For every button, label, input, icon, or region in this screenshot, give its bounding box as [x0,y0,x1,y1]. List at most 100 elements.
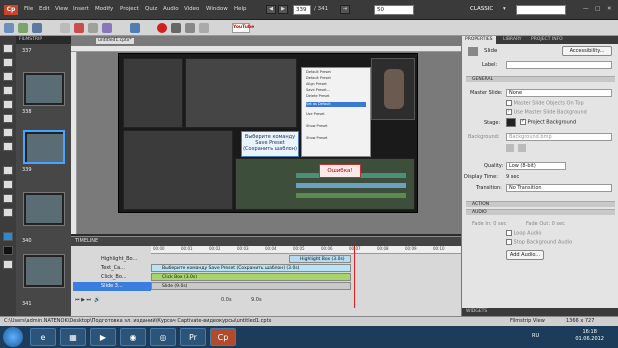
timeline-layer-name[interactable]: Highlight_Bo... [73,255,151,264]
timeline-bar-caption[interactable]: Выберите команду Save Preset (Сохранить … [151,264,351,272]
timeline-layer-name-selected[interactable]: Slide 3... [73,282,151,291]
maximize-icon[interactable]: □ [595,6,600,12]
minimize-icon[interactable]: — [583,6,589,12]
use-master-bg-option[interactable]: Use Master Slide Background [506,109,587,116]
menu-video[interactable]: Video [184,6,199,12]
section-action[interactable]: ACTION [466,201,615,207]
menu-help[interactable]: Help [234,6,247,12]
timeline-layer-name[interactable]: Click_Bo... [73,273,151,282]
tab-library[interactable]: LIBRARY [500,36,525,44]
stroke-color-icon[interactable] [3,246,13,255]
record-icon[interactable] [157,23,167,33]
timeline-controls[interactable]: ⏮ ▶ ⏭ 🔊 [75,295,151,305]
tab-properties[interactable]: PROPERTIES [462,36,496,44]
video-icon[interactable] [171,23,181,33]
menu-modify[interactable]: Modify [95,6,113,12]
section-general[interactable]: GENERAL [466,76,615,82]
select-tool-icon[interactable] [3,44,13,53]
animation-icon[interactable] [102,23,112,33]
stop-bg-audio-option[interactable]: Stop Background Audio [506,239,572,246]
fill-color-icon[interactable] [3,232,13,241]
quality-select[interactable]: Low (8-bit) [506,162,566,170]
timeline-bar-slide[interactable]: Slide (9.0s) [151,282,351,290]
fade-in[interactable]: Fade In: 0 sec [472,221,506,227]
accessibility-button[interactable]: Accessibility... [562,46,612,56]
project-bg-option[interactable]: Project Background [520,119,576,126]
rollover-tool-icon[interactable] [3,142,13,151]
fade-out[interactable]: Fade Out: 0 sec [526,221,565,227]
new-file-icon[interactable] [4,23,14,33]
ie-icon[interactable]: e [30,328,56,346]
workspace-dropdown-icon[interactable]: ▾ [503,6,506,12]
text-caption[interactable]: Выберите команду Save Preset (Сохранить … [241,131,299,157]
stage-color-swatch[interactable] [506,118,516,127]
slide-thumbnail-selected[interactable] [23,130,65,164]
oval-tool-icon[interactable] [3,194,13,203]
workspace-label[interactable]: CLASSIC [470,6,493,12]
zoom-tool-icon[interactable] [3,260,13,269]
close-icon[interactable]: ✕ [607,6,612,12]
menu-insert[interactable]: Insert [73,6,89,12]
menu-window[interactable]: Window [206,6,228,12]
rect-tool-icon[interactable] [3,180,13,189]
browse-background-icon[interactable] [506,144,514,152]
widget-icon[interactable] [199,23,209,33]
next-slide-button[interactable]: ▶ [278,5,288,14]
zoom-select[interactable]: 50 [374,5,414,15]
add-audio-button[interactable]: Add Audio... [506,250,544,260]
last-slide-button[interactable]: ⇥ [340,5,350,14]
clock[interactable]: 16:18 01.06.2012 [575,329,604,343]
section-audio[interactable]: AUDIO [466,209,615,215]
save-icon[interactable] [32,23,42,33]
click-box-tool-icon[interactable] [3,100,13,109]
failure-caption[interactable]: Ошибка! [319,164,361,178]
timeline-bar-clickbox[interactable]: Click Box (3.0s) [151,273,351,281]
chrome-icon[interactable]: ◎ [150,328,176,346]
menu-project[interactable]: Project [120,6,139,12]
menu-audio[interactable]: Audio [163,6,179,12]
caption-tool-icon[interactable] [3,72,13,81]
image-icon[interactable] [88,23,98,33]
polygon-tool-icon[interactable] [3,208,13,217]
menu-edit[interactable]: Edit [39,6,50,12]
menu-file[interactable]: File [24,6,33,12]
language-indicator[interactable]: RU [532,333,539,339]
start-button[interactable] [3,327,23,347]
button-tool-icon[interactable] [3,114,13,123]
help-search-input[interactable] [516,5,566,15]
background-field[interactable]: Background.bmp [506,133,612,141]
menu-view[interactable]: View [55,6,68,12]
master-on-top-option[interactable]: Master Slide Objects On Top [506,100,584,107]
timeline-layer-name[interactable]: Text_Ca... [73,264,151,273]
slide-canvas[interactable]: Default Preset Default Preset Align Pres… [118,53,418,213]
tab-project-info[interactable]: PROJECT INFO [528,36,566,44]
open-file-icon[interactable] [18,23,28,33]
transition-select[interactable]: No Transition [506,184,612,192]
audio-icon[interactable] [185,23,195,33]
loop-audio-option[interactable]: Loop Audio [506,230,541,237]
text-tool-icon[interactable] [3,58,13,67]
slide-icon[interactable] [130,23,140,33]
youtube-icon[interactable]: YouTube [232,23,254,33]
shape-icon[interactable] [74,23,84,33]
slide-number-field[interactable]: 339 [293,5,311,15]
prev-slide-button[interactable]: ◀ [266,5,276,14]
widgets-panel-title[interactable]: WIDGETS [462,308,618,316]
display-time-value[interactable]: 9 sec [506,174,519,180]
label-input[interactable] [506,61,612,69]
timeline-playhead[interactable] [354,246,355,308]
firefox-icon[interactable]: ◉ [120,328,146,346]
explorer-icon[interactable]: ▦ [60,328,86,346]
captivate-icon[interactable]: Cp [210,328,236,346]
premiere-icon[interactable]: Pr [180,328,206,346]
slide-thumbnail[interactable] [23,192,65,226]
slide-thumbnail[interactable] [23,254,65,288]
line-tool-icon[interactable] [3,166,13,175]
master-slide-select[interactable]: None [506,89,612,97]
document-tab[interactable]: untitled1.cptx* [95,37,135,45]
menu-quiz[interactable]: Quiz [145,6,157,12]
text-entry-tool-icon[interactable] [3,128,13,137]
slide-thumbnail[interactable] [23,72,65,106]
text-caption-icon[interactable] [60,23,70,33]
timeline-bar-highlight[interactable]: Highlight Box (3.0s) [289,255,351,263]
